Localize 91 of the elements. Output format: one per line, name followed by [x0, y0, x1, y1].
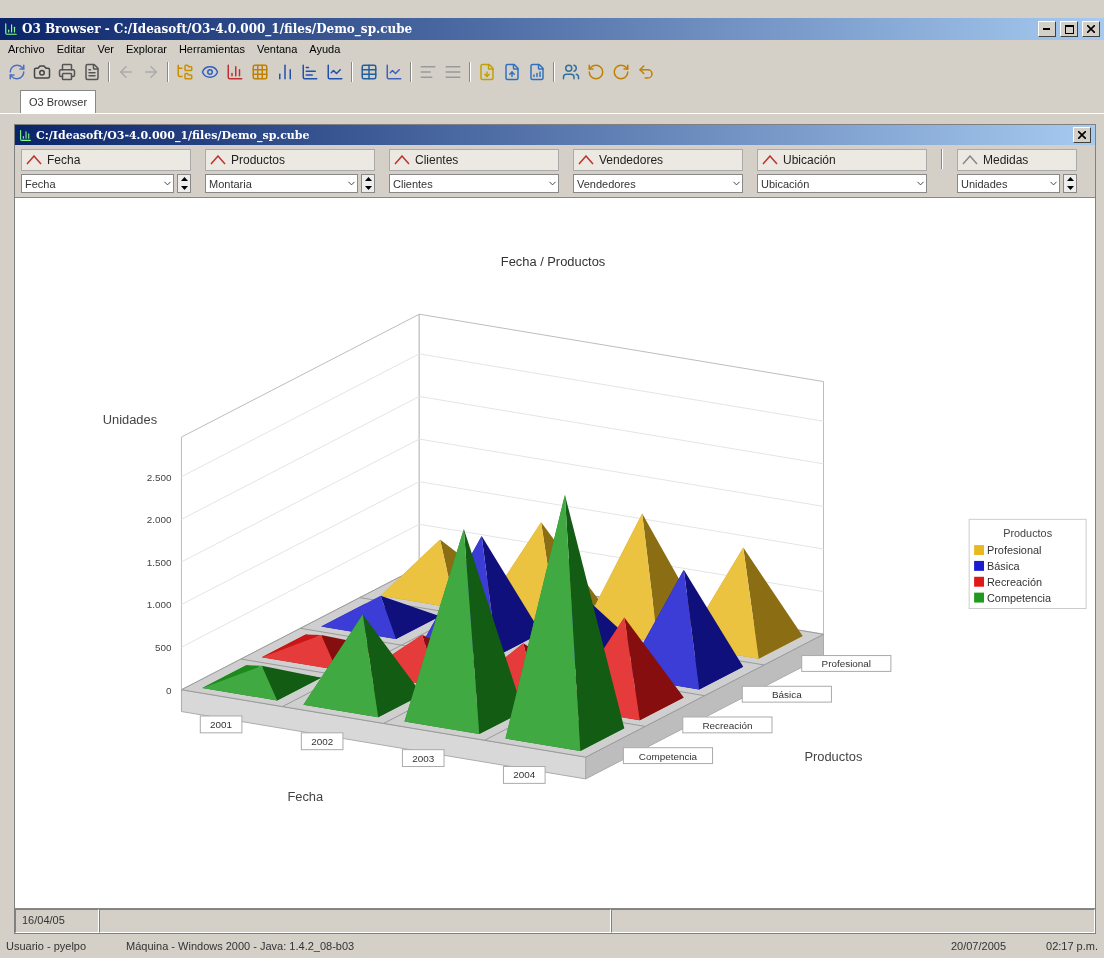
document-icon: [19, 128, 32, 142]
down-arrow-icon: [364, 185, 372, 190]
dimension-button[interactable]: Fecha: [21, 149, 191, 171]
horizontal-bar-chart-icon[interactable]: [301, 63, 319, 81]
series-label: Profesional: [821, 658, 872, 670]
table-icon[interactable]: [360, 63, 378, 81]
menu-item[interactable]: Explorar: [125, 43, 167, 55]
series-label: Competencia: [638, 750, 698, 762]
y-tick-label: 2.500: [146, 471, 172, 483]
menu-item[interactable]: Archivo: [8, 43, 45, 55]
down-arrow-icon: [180, 185, 188, 190]
printer-icon[interactable]: [58, 63, 76, 81]
document-title: C:/Ideasoft/O3-4.0.000_1/files/Demo_sp.cube: [36, 128, 311, 142]
rotate-left-icon[interactable]: [587, 63, 605, 81]
menu-item[interactable]: Editar: [56, 43, 86, 55]
dimension-button[interactable]: Ubicación: [757, 149, 927, 171]
category-label: 2003: [412, 752, 435, 764]
dimension-select[interactable]: Vendedores: [573, 174, 743, 193]
machine-status: Máquina - Windows 2000 - Java: 1.4.2_08-b03: [126, 940, 356, 952]
legend-label: Profesional: [987, 544, 1042, 556]
category-label-box: [503, 766, 546, 784]
time-status: 02:17 p.m.: [1046, 940, 1098, 952]
y-tick-label: 0: [166, 684, 172, 696]
dimension-select[interactable]: Ubicación: [757, 174, 927, 193]
y-tick-label: 1.000: [146, 599, 172, 611]
menu-item[interactable]: Herramientas: [178, 43, 245, 55]
bar-chart-icon[interactable]: [276, 63, 294, 81]
minimize-button[interactable]: [1038, 21, 1056, 37]
user-status: Usuario - pyelpo: [6, 940, 87, 952]
dimension-button[interactable]: Productos: [205, 149, 375, 171]
category-label: 2001: [210, 718, 233, 730]
maximize-button[interactable]: [1060, 21, 1078, 37]
menu-item[interactable]: Ventana: [256, 43, 298, 55]
maximize-icon: [1064, 24, 1074, 34]
dimension-select[interactable]: Montaria: [205, 174, 358, 193]
dimension-button[interactable]: Vendedores: [573, 149, 743, 171]
dimension-select[interactable]: Fecha: [21, 174, 174, 193]
legend-title: Productos: [1003, 527, 1053, 540]
camera-icon[interactable]: [33, 63, 51, 81]
y-tick-label: 1.500: [146, 556, 172, 568]
chart-title: Fecha / Productos: [500, 253, 606, 269]
rotate-right-icon[interactable]: [612, 63, 630, 81]
close-button[interactable]: [1082, 21, 1100, 37]
undo-icon[interactable]: [637, 63, 655, 81]
category-label: 2002: [311, 735, 334, 747]
category-label-box: [401, 749, 445, 767]
file-up-icon[interactable]: [503, 63, 521, 81]
window-title: O3 Browser - C:/Ideasoft/O3-4.0.000_1/files/Demo_sp.cube: [22, 22, 414, 36]
refresh-icon[interactable]: [8, 63, 26, 81]
depth-axis-title: Productos: [804, 749, 863, 765]
dimension-button[interactable]: Medidas: [957, 149, 1077, 171]
users-icon[interactable]: [562, 63, 580, 81]
date-status: 20/07/2005: [950, 940, 1006, 952]
menu-item[interactable]: Ver: [97, 43, 114, 55]
spinner[interactable]: [177, 174, 191, 193]
document-icon[interactable]: [83, 63, 101, 81]
legend-label: Competencia: [987, 591, 1052, 604]
close-icon: [1087, 25, 1095, 33]
category-label: 2004: [513, 769, 536, 781]
y-axis-title: Unidades: [102, 412, 158, 428]
line-chart-icon[interactable]: [326, 63, 344, 81]
x-axis-title: Fecha: [287, 788, 324, 804]
dimension-button[interactable]: Clientes: [389, 149, 559, 171]
menu-item[interactable]: Ayuda: [309, 43, 341, 55]
line-chart-icon[interactable]: [385, 63, 403, 81]
app-icon: [4, 22, 18, 36]
series-label: Básica: [772, 689, 802, 701]
bar-chart-icon[interactable]: [226, 63, 244, 81]
series-label: Recreación: [702, 719, 753, 731]
up-arrow-icon: [364, 177, 372, 182]
spinner[interactable]: [361, 174, 375, 193]
status-date: 16/04/05: [15, 909, 99, 933]
down-arrow-icon: [1066, 185, 1074, 190]
up-arrow-icon: [1066, 177, 1074, 182]
spinner[interactable]: [1063, 174, 1077, 193]
dimension-select[interactable]: Clientes: [389, 174, 559, 193]
category-label-box: [300, 732, 344, 751]
y-tick-label: 500: [155, 642, 172, 654]
dimension-select[interactable]: Unidades: [957, 174, 1060, 193]
y-tick-label: 2.000: [146, 514, 172, 526]
close-button[interactable]: [1073, 127, 1091, 143]
eye-icon[interactable]: [201, 63, 219, 81]
file-chart-icon[interactable]: [528, 63, 546, 81]
tab[interactable]: O3 Browser: [20, 90, 97, 113]
up-arrow-icon: [180, 177, 188, 182]
grid-icon[interactable]: [251, 63, 269, 81]
minimize-icon: [1043, 28, 1051, 30]
legend-label: Básica: [987, 559, 1020, 572]
legend-label: Recreación: [987, 575, 1042, 588]
category-label-box: [199, 715, 243, 734]
close-icon: [1078, 131, 1086, 139]
